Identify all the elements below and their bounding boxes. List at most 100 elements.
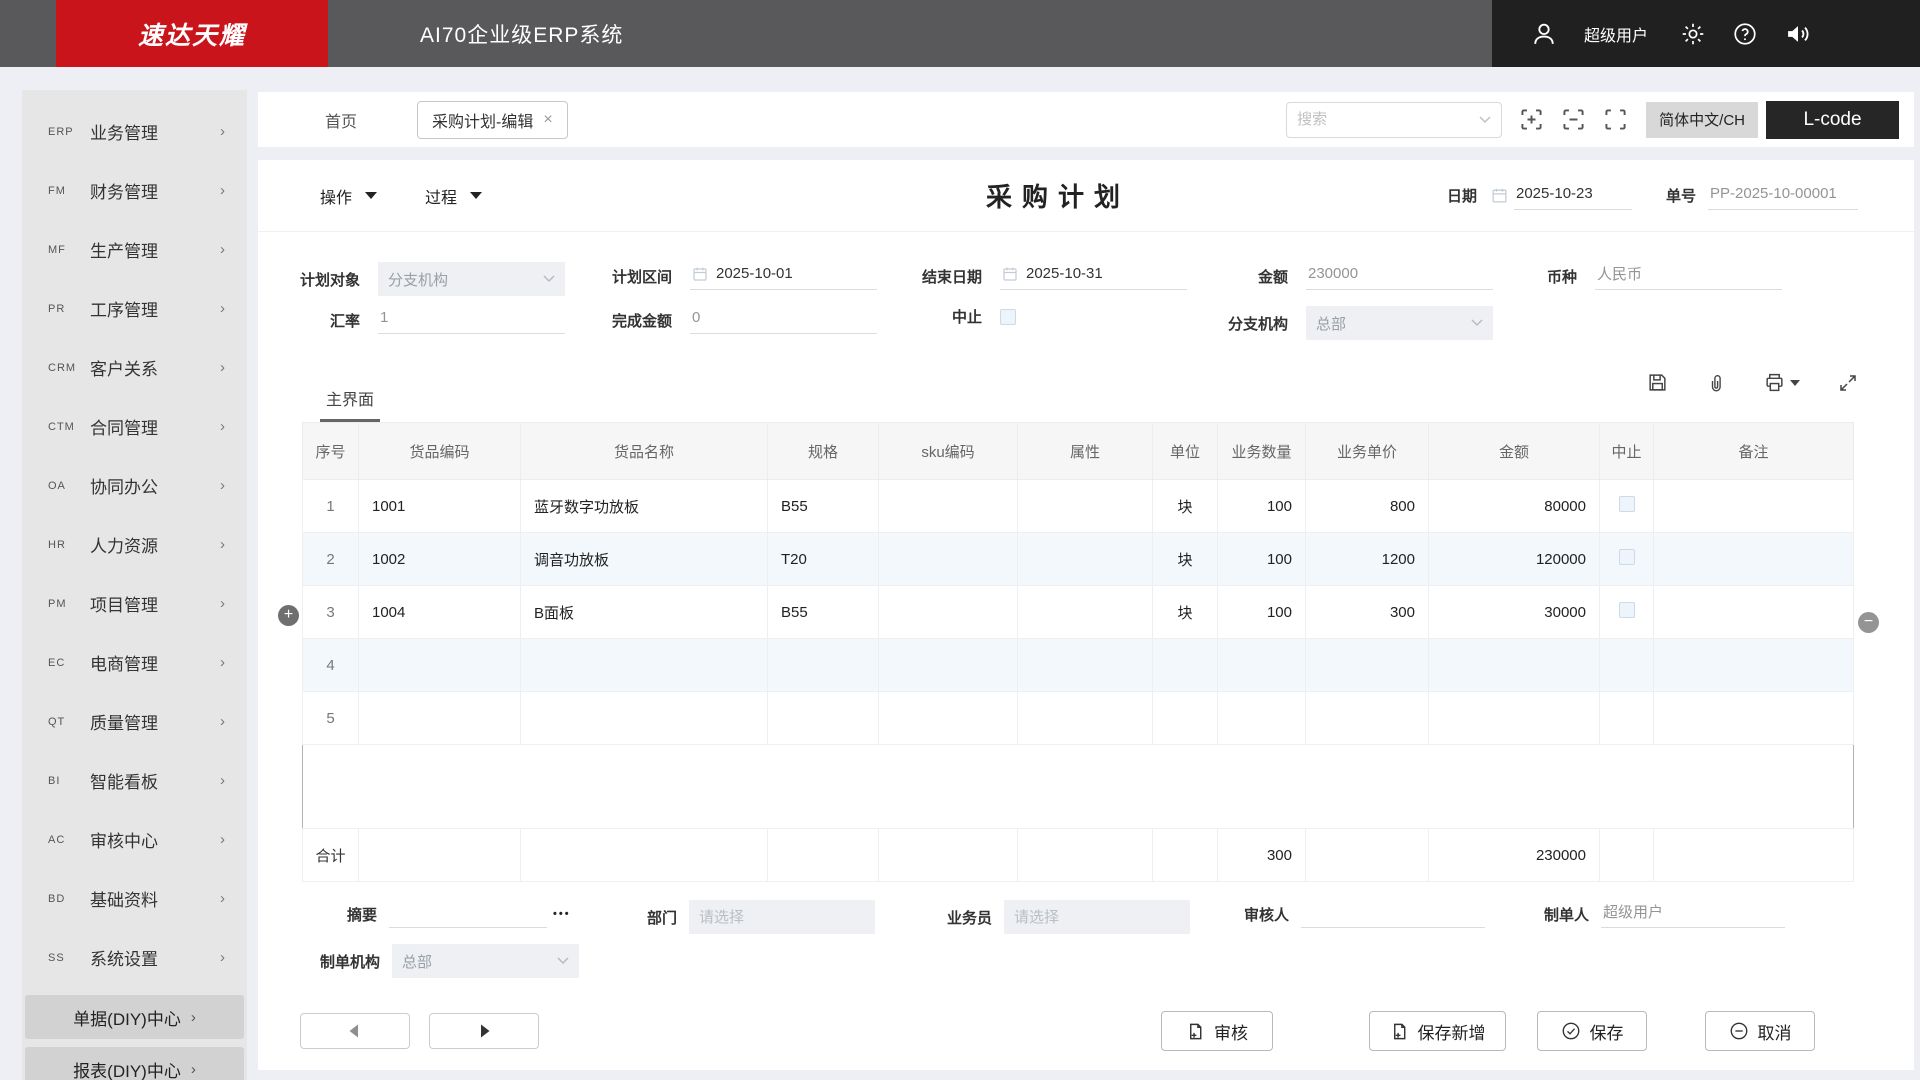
sidebar-item-business[interactable]: ERP 业务管理 › [22, 102, 247, 161]
cell-qty[interactable] [1217, 638, 1306, 692]
cell-item-code[interactable]: 1004 [358, 585, 521, 639]
language-button[interactable]: 简体中文/CH [1646, 101, 1758, 138]
zoom-in-bracket-icon[interactable] [1519, 107, 1544, 132]
row-abort-checkbox[interactable] [1618, 549, 1635, 565]
search-input[interactable] [1297, 111, 1474, 128]
cell-unit[interactable] [1152, 638, 1218, 692]
sidebar-item-bi[interactable]: BI 智能看板 › [22, 751, 247, 810]
save-layout-icon[interactable] [1647, 372, 1668, 393]
save-new-button[interactable]: 保存新增 [1369, 1011, 1506, 1051]
print-icon[interactable] [1764, 372, 1800, 393]
cell-spec[interactable]: T20 [767, 532, 879, 586]
cell-qty[interactable]: 100 [1217, 479, 1306, 533]
creator-input[interactable] [1601, 900, 1785, 928]
cell-price[interactable] [1305, 638, 1429, 692]
cell-item-code[interactable]: 1001 [358, 479, 521, 533]
dept-select[interactable] [689, 900, 875, 934]
cell-price[interactable]: 1200 [1305, 532, 1429, 586]
cell-price[interactable]: 300 [1305, 585, 1429, 639]
cell-amount[interactable]: 30000 [1428, 585, 1600, 639]
cell-item-name[interactable] [520, 638, 768, 692]
audit-button[interactable]: 审核 [1161, 1011, 1273, 1051]
branch-select[interactable]: 总部 [1306, 306, 1493, 340]
cell-attr[interactable] [1017, 638, 1153, 692]
user-icon[interactable] [1530, 20, 1558, 48]
sidebar-item-crm[interactable]: CRM 客户关系 › [22, 338, 247, 397]
search-box[interactable] [1286, 101, 1503, 138]
abort-checkbox[interactable] [1000, 308, 1016, 325]
close-icon[interactable]: × [543, 111, 552, 129]
cell-sku[interactable] [878, 585, 1018, 639]
prev-page-button[interactable] [300, 1013, 410, 1049]
cell-sku[interactable] [878, 638, 1018, 692]
sidebar-diy-reports[interactable]: 报表(DIY)中心 › [25, 1047, 244, 1080]
cell-item-name[interactable]: 调音功放板 [520, 532, 768, 586]
cell-remark[interactable] [1653, 691, 1854, 745]
cancel-button[interactable]: 取消 [1705, 1011, 1815, 1051]
cell-remark[interactable] [1653, 532, 1854, 586]
cell-item-code[interactable] [358, 638, 521, 692]
cell-sku[interactable] [878, 532, 1018, 586]
cell-unit[interactable] [1152, 691, 1218, 745]
cell-unit[interactable]: 块 [1152, 585, 1218, 639]
remove-row-button[interactable]: − [1858, 612, 1879, 633]
cell-sku[interactable] [878, 691, 1018, 745]
auditor-input[interactable] [1301, 900, 1485, 928]
sidebar-item-audit-center[interactable]: AC 审核中心 › [22, 810, 247, 869]
sidebar-item-ecommerce[interactable]: EC 电商管理 › [22, 633, 247, 692]
done-amount-input[interactable] [690, 306, 877, 334]
cell-spec[interactable] [767, 638, 879, 692]
dept-input[interactable] [699, 908, 865, 926]
next-page-button[interactable] [429, 1013, 539, 1049]
cell-item-name[interactable]: 蓝牙数字功放板 [520, 479, 768, 533]
tab-main-grid[interactable]: 主界面 [320, 386, 381, 422]
summary-more-button[interactable]: ••• [553, 908, 571, 920]
sidebar-diy-documents[interactable]: 单据(DIY)中心 › [25, 995, 244, 1039]
date-input[interactable] [1513, 181, 1632, 210]
cell-item-code[interactable] [358, 691, 521, 745]
cell-price[interactable]: 800 [1305, 479, 1429, 533]
brand-logo[interactable]: 速达天耀 [56, 0, 328, 67]
cell-attr[interactable] [1017, 585, 1153, 639]
expand-icon[interactable] [1838, 373, 1858, 393]
sidebar-item-hr[interactable]: HR 人力资源 › [22, 515, 247, 574]
sidebar-item-manufacture[interactable]: MF 生产管理 › [22, 220, 247, 279]
salesman-select[interactable] [1004, 900, 1190, 934]
sidebar-item-quality[interactable]: QT 质量管理 › [22, 692, 247, 751]
username[interactable]: 超级用户 [1584, 22, 1648, 46]
salesman-input[interactable] [1014, 908, 1180, 926]
sound-icon[interactable] [1784, 20, 1812, 48]
action-menu[interactable]: 操作 [320, 184, 378, 208]
sidebar-item-contract[interactable]: CTM 合同管理 › [22, 397, 247, 456]
settings-gear-icon[interactable] [1680, 21, 1706, 47]
sidebar-item-process[interactable]: PR 工序管理 › [22, 279, 247, 338]
currency-input[interactable] [1595, 262, 1782, 290]
save-button[interactable]: 保存 [1537, 1011, 1647, 1051]
cell-price[interactable] [1305, 691, 1429, 745]
cell-remark[interactable] [1653, 638, 1854, 692]
plan-target-select[interactable]: 分支机构 [378, 262, 565, 296]
cell-unit[interactable]: 块 [1152, 532, 1218, 586]
lcode-button[interactable]: L-code [1766, 100, 1899, 139]
row-abort-checkbox[interactable] [1618, 602, 1635, 618]
cell-unit[interactable]: 块 [1152, 479, 1218, 533]
tab-home[interactable]: 首页 [325, 108, 357, 132]
sidebar-item-base-data[interactable]: BD 基础资料 › [22, 869, 247, 928]
rate-input[interactable] [378, 306, 565, 334]
cell-qty[interactable]: 100 [1217, 532, 1306, 586]
summary-input[interactable] [389, 900, 547, 928]
doc-no-input[interactable] [1708, 181, 1858, 210]
sidebar-item-oa[interactable]: OA 协同办公 › [22, 456, 247, 515]
cell-item-name[interactable]: B面板 [520, 585, 768, 639]
amount-input[interactable] [1306, 262, 1493, 290]
fullscreen-icon[interactable] [1603, 107, 1628, 132]
help-icon[interactable] [1732, 21, 1758, 47]
cell-attr[interactable] [1017, 532, 1153, 586]
create-org-select[interactable]: 总部 [392, 944, 579, 978]
cell-spec[interactable]: B55 [767, 585, 879, 639]
plan-start-input[interactable]: 2025-10-01 [690, 262, 877, 290]
cell-spec[interactable]: B55 [767, 479, 879, 533]
cell-qty[interactable] [1217, 691, 1306, 745]
plan-end-input[interactable]: 2025-10-31 [1000, 262, 1187, 290]
sidebar-item-finance[interactable]: FM 财务管理 › [22, 161, 247, 220]
